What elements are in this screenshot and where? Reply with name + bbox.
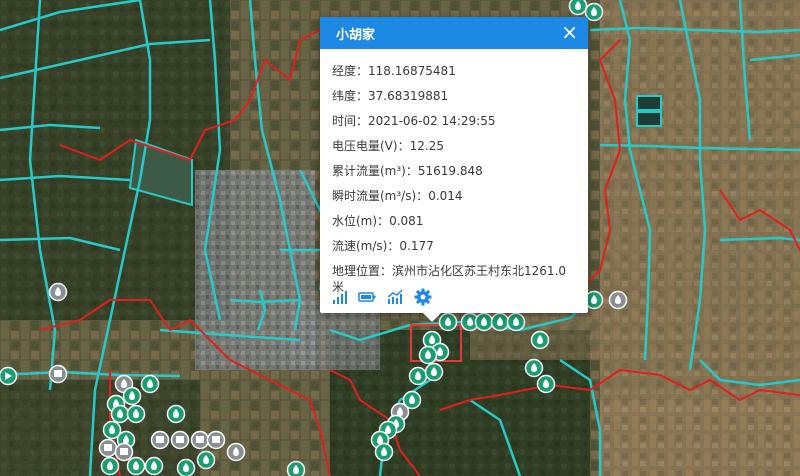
- field-instant-flow: 瞬时流量(m³/s)：0.014: [332, 189, 463, 203]
- field-time: 时间：2021-06-02 14:29:55: [332, 114, 496, 128]
- field-longitude: 经度：118.16875481: [332, 64, 456, 78]
- water-drop-station-marker[interactable]: [176, 458, 196, 476]
- water-drop-station-marker[interactable]: [144, 456, 164, 476]
- water-drop-station-marker[interactable]: [286, 460, 306, 476]
- water-drop-station-marker[interactable]: [536, 374, 556, 394]
- field-water-level: 水位(m)：0.081: [332, 214, 424, 228]
- station-popup: 小胡家 × 经度：118.16875481 纬度：37.68319881 时间：…: [320, 17, 588, 322]
- water-drop-station-marker[interactable]: [524, 358, 544, 378]
- water-drop-station-marker[interactable]: [126, 404, 146, 424]
- popup-title: 小胡家: [336, 28, 376, 43]
- gauge-station-marker[interactable]: [48, 364, 68, 384]
- water-drop-station-marker[interactable]: [110, 404, 130, 424]
- water-drop-station-marker[interactable]: [226, 442, 246, 462]
- field-value: 0.177: [399, 239, 434, 253]
- close-icon[interactable]: ×: [561, 21, 578, 43]
- pond: [636, 95, 662, 111]
- field-value: 0.014: [428, 189, 463, 203]
- field-value: 0.081: [389, 214, 424, 228]
- water-drop-station-marker[interactable]: [530, 330, 550, 350]
- gauge-station-marker[interactable]: [190, 430, 210, 450]
- battery-icon[interactable]: [358, 290, 376, 304]
- signal-icon[interactable]: [332, 290, 348, 304]
- water-drop-station-marker[interactable]: [140, 374, 160, 394]
- gauge-station-marker[interactable]: [98, 438, 118, 458]
- popup-actions: [332, 288, 432, 306]
- water-drop-station-marker[interactable]: [608, 290, 628, 310]
- camera-station-marker[interactable]: [0, 366, 18, 386]
- water-drop-station-marker[interactable]: [584, 2, 604, 22]
- water-drop-station-marker[interactable]: [122, 386, 142, 406]
- water-drop-station-marker[interactable]: [474, 312, 494, 332]
- pond: [636, 111, 662, 127]
- gauge-station-marker[interactable]: [170, 430, 190, 450]
- water-drop-station-marker[interactable]: [568, 0, 588, 16]
- water-drop-station-marker[interactable]: [584, 290, 604, 310]
- gauge-station-marker[interactable]: [114, 442, 134, 462]
- water-drop-station-marker[interactable]: [48, 282, 68, 302]
- field-total-flow: 累计流量(m³)：51619.848: [332, 164, 483, 178]
- field-value: 37.68319881: [368, 89, 449, 103]
- gauge-station-marker[interactable]: [206, 430, 226, 450]
- water-drop-station-marker[interactable]: [408, 366, 428, 386]
- water-drop-station-marker[interactable]: [418, 345, 438, 365]
- water-drop-station-marker[interactable]: [126, 456, 146, 476]
- map-dark-region-bottomleft: [0, 380, 200, 476]
- map-tan-region-right: [600, 0, 800, 420]
- field-value: 51619.848: [417, 164, 483, 178]
- gauge-station-marker[interactable]: [150, 430, 170, 450]
- field-latitude: 纬度：37.68319881: [332, 89, 449, 103]
- water-drop-station-marker[interactable]: [196, 450, 216, 470]
- popup-header: 小胡家 ×: [320, 17, 588, 49]
- water-drop-station-marker[interactable]: [438, 312, 458, 332]
- water-drop-station-marker[interactable]: [100, 456, 120, 476]
- gear-icon[interactable]: [414, 288, 432, 306]
- water-drop-station-marker[interactable]: [490, 312, 510, 332]
- field-value: 2021-06-02 14:29:55: [368, 114, 496, 128]
- field-voltage: 电压电量(V)：12.25: [332, 139, 444, 153]
- map-tan-region-bottomright: [600, 400, 800, 476]
- field-value: 12.25: [409, 139, 444, 153]
- popup-body: 经度：118.16875481 纬度：37.68319881 时间：2021-0…: [320, 49, 588, 295]
- water-drop-station-marker[interactable]: [166, 404, 186, 424]
- trend-chart-icon[interactable]: [386, 289, 404, 305]
- water-drop-station-marker[interactable]: [506, 312, 526, 332]
- field-value: 118.16875481: [368, 64, 456, 78]
- water-drop-station-marker[interactable]: [424, 362, 444, 382]
- water-drop-station-marker[interactable]: [374, 442, 394, 462]
- field-velocity: 流速(m/s)：0.177: [332, 239, 434, 253]
